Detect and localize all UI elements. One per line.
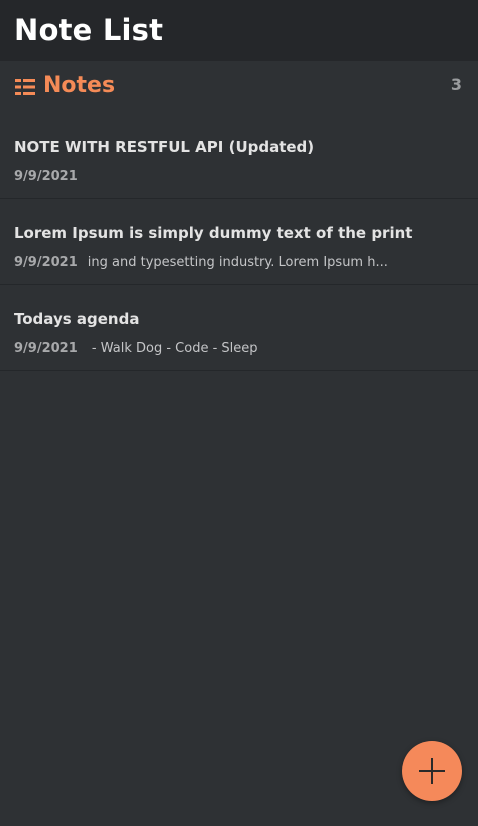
app-header: Note List bbox=[0, 0, 478, 61]
note-title: Todays agenda bbox=[14, 310, 140, 328]
note-date: 9/9/2021 bbox=[14, 255, 78, 270]
note-item[interactable]: Todays agenda 9/9/2021 - Walk Dog - Code… bbox=[0, 285, 478, 371]
note-snippet: ing and typesetting industry. Lorem Ipsu… bbox=[87, 255, 388, 270]
note-item[interactable]: NOTE WITH RESTFUL API (Updated) 9/9/2021 bbox=[0, 113, 478, 199]
note-title: NOTE WITH RESTFUL API (Updated) bbox=[14, 138, 315, 156]
list-icon bbox=[15, 77, 35, 97]
note-list: NOTE WITH RESTFUL API (Updated) 9/9/2021… bbox=[0, 113, 478, 371]
notes-section-header: Notes 3 bbox=[0, 61, 478, 113]
add-note-button[interactable] bbox=[402, 741, 462, 801]
plus-icon bbox=[419, 758, 445, 784]
note-item[interactable]: Lorem Ipsum is simply dummy text of the … bbox=[0, 199, 478, 285]
note-meta: 9/9/2021 bbox=[14, 168, 404, 186]
notes-count: 3 bbox=[450, 75, 462, 94]
notes-section-title: Notes bbox=[43, 73, 116, 98]
note-date: 9/9/2021 bbox=[14, 341, 78, 356]
note-date: 9/9/2021 bbox=[14, 169, 78, 184]
note-snippet: - Walk Dog - Code - Sleep bbox=[87, 341, 258, 356]
note-title: Lorem Ipsum is simply dummy text of the … bbox=[14, 224, 413, 242]
note-meta: 9/9/2021 ing and typesetting industry. Lo… bbox=[14, 254, 404, 272]
note-meta: 9/9/2021 - Walk Dog - Code - Sleep bbox=[14, 340, 404, 358]
page-title: Note List bbox=[14, 13, 164, 47]
